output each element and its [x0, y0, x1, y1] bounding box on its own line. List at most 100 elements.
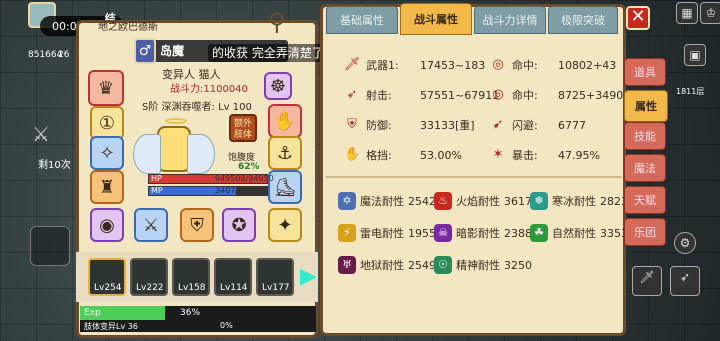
hanger-icon[interactable]: ⚲: [268, 8, 286, 36]
resistance-item: ❄ 寒冰耐性 2823: [530, 190, 628, 212]
resistance-item: ♨ 火焰耐性 3617: [434, 190, 532, 212]
mp-bar: MP 34072/45911: [148, 186, 269, 196]
side-tab-1[interactable]: 属性: [624, 90, 668, 122]
stat-label: 命中:: [512, 59, 538, 72]
equip-body-slot[interactable]: ♜: [90, 170, 124, 204]
bag-icon[interactable]: ▣: [684, 44, 706, 66]
resistance-item: ♅ 地狱耐性 2549: [338, 254, 436, 276]
resistance-label: 暗影耐性: [456, 227, 500, 240]
stat-value: 6777: [558, 118, 586, 132]
stat-label: 射击:: [366, 89, 392, 102]
skill-level: Lv177: [262, 283, 290, 293]
equip-glove-slot[interactable]: ✋: [268, 104, 302, 138]
stat-row: ✶ 暴击: 47.95%: [490, 146, 600, 164]
stat-row: ➶ 射击: 57551~67911: [344, 86, 500, 104]
resistance-label: 自然耐性: [552, 227, 596, 240]
side-tab-0[interactable]: 道具: [624, 58, 666, 86]
resistance-label: 寒冰耐性: [552, 195, 596, 208]
side-tab-5[interactable]: 乐团: [624, 218, 666, 246]
trophy-icon[interactable]: ♔: [700, 2, 720, 24]
rank-label: S阶 深渊吞噬者: Lv 100: [142, 102, 252, 113]
equip-armor-slot[interactable]: ⛨: [180, 208, 214, 242]
extra-limb-button[interactable]: 额外肢体: [229, 114, 257, 142]
wing-left: [133, 134, 161, 174]
crossed-swords-icon[interactable]: ⚔: [32, 122, 56, 146]
section-divider: [326, 176, 622, 178]
hero-sprite[interactable]: [133, 116, 215, 182]
tab-0[interactable]: 基础属性: [326, 6, 398, 34]
resistance-value: 3617: [504, 194, 532, 208]
close-button[interactable]: ✕: [626, 6, 650, 30]
title-name: 岛魔: [160, 44, 185, 58]
gear-icon[interactable]: ⚙: [674, 232, 696, 254]
equip-ring-slot[interactable]: ①: [90, 106, 124, 140]
target-icon: ◎: [492, 87, 504, 102]
dodge-icon: ➹: [492, 117, 504, 132]
stat-row: ⛨ 防御: 33133[重]: [344, 116, 475, 134]
stat-row: ◎ 命中: 8725+3490: [490, 86, 623, 104]
skill-level: Lv222: [136, 283, 164, 293]
resistance-value: 1955: [408, 226, 436, 240]
tab-2[interactable]: 战斗力详情: [474, 6, 546, 34]
stat-row: 🗡 武器1: 17453~183: [344, 56, 485, 74]
stat-value: 53.00%: [420, 148, 462, 162]
resistance-label: 精神耐性: [456, 259, 500, 272]
remaining-count: 剩10次: [38, 160, 71, 171]
mp-value: 34072/45911: [215, 186, 269, 195]
hp-label: HP: [151, 174, 162, 183]
target-icon: ◎: [492, 57, 504, 72]
resistance-value: 2388: [504, 226, 532, 240]
exp-label: Exp: [84, 308, 101, 318]
stat-value: 8725+3490: [558, 88, 624, 102]
equip-anchor-slot[interactable]: ⚓: [268, 136, 302, 170]
bow-icon: ➶: [346, 87, 358, 102]
side-tab-3[interactable]: 魔法: [624, 154, 666, 182]
equip-weapon-slot[interactable]: ✧: [90, 136, 124, 170]
hp-bar: HP 949508/94950: [148, 174, 274, 184]
equip-sword-slot[interactable]: ⚔: [134, 208, 168, 242]
sword-icon: 🗡: [344, 57, 361, 72]
wing-right: [187, 134, 215, 174]
fire-icon: ♨: [434, 192, 452, 210]
hell-icon: ♅: [338, 256, 356, 274]
stat-value: 33133[重]: [420, 119, 475, 132]
stat-label: 格挡:: [366, 149, 392, 162]
stat-label: 武器1:: [366, 59, 399, 72]
equip-amulet-slot[interactable]: ✦: [268, 208, 302, 242]
resistance-item: ☘ 自然耐性 3353: [530, 222, 628, 244]
stat-label: 暴击:: [512, 149, 538, 162]
stat-row: ◎ 命中: 10802+43: [490, 56, 616, 74]
left-counter-2: 26: [58, 50, 70, 60]
skill-level: Lv254: [94, 283, 122, 293]
lightning-icon: ⚡: [338, 224, 356, 242]
hero-body: [133, 118, 215, 174]
left-nav-button[interactable]: [30, 226, 70, 266]
resistance-item: ☠ 暗影耐性 2388: [434, 222, 532, 244]
equip-mask-slot[interactable]: ☸: [264, 72, 292, 100]
sword-icon[interactable]: 🗡: [632, 266, 662, 296]
power-label: 战斗力:1100040: [170, 84, 248, 95]
stat-row: ✋ 格挡: 53.00%: [344, 146, 462, 164]
side-tab-2[interactable]: 技能: [624, 122, 666, 150]
tab-1[interactable]: 战斗属性: [400, 3, 472, 35]
hp-value: 949508/94950: [215, 174, 274, 183]
side-tab-4[interactable]: 天赋: [624, 186, 666, 214]
mp-label: MP: [151, 186, 163, 195]
resistance-value: 2542: [408, 194, 436, 208]
skill-level: Lv114: [220, 283, 248, 293]
skill-next-arrow-icon[interactable]: ▶: [300, 264, 317, 289]
nature-icon: ☘: [530, 224, 548, 242]
equip-gun-slot[interactable]: ✪: [222, 208, 256, 242]
parry-icon: ✋: [344, 147, 361, 162]
sub-exp-label: 肢体变异Lv 36: [84, 322, 138, 331]
equip-head-slot[interactable]: ♛: [88, 70, 124, 106]
dark-icon: ☠: [434, 224, 452, 242]
ice-icon: ❄: [530, 192, 548, 210]
stat-label: 防御:: [366, 119, 392, 132]
stat-value: 10802+43: [558, 58, 617, 72]
bow-icon[interactable]: ➶: [670, 266, 700, 296]
tab-3[interactable]: 极限突破: [548, 6, 618, 34]
resistance-label: 地狱耐性: [360, 259, 404, 272]
menu-icon[interactable]: ▦: [676, 2, 698, 24]
equip-belt-slot[interactable]: ◉: [90, 208, 124, 242]
